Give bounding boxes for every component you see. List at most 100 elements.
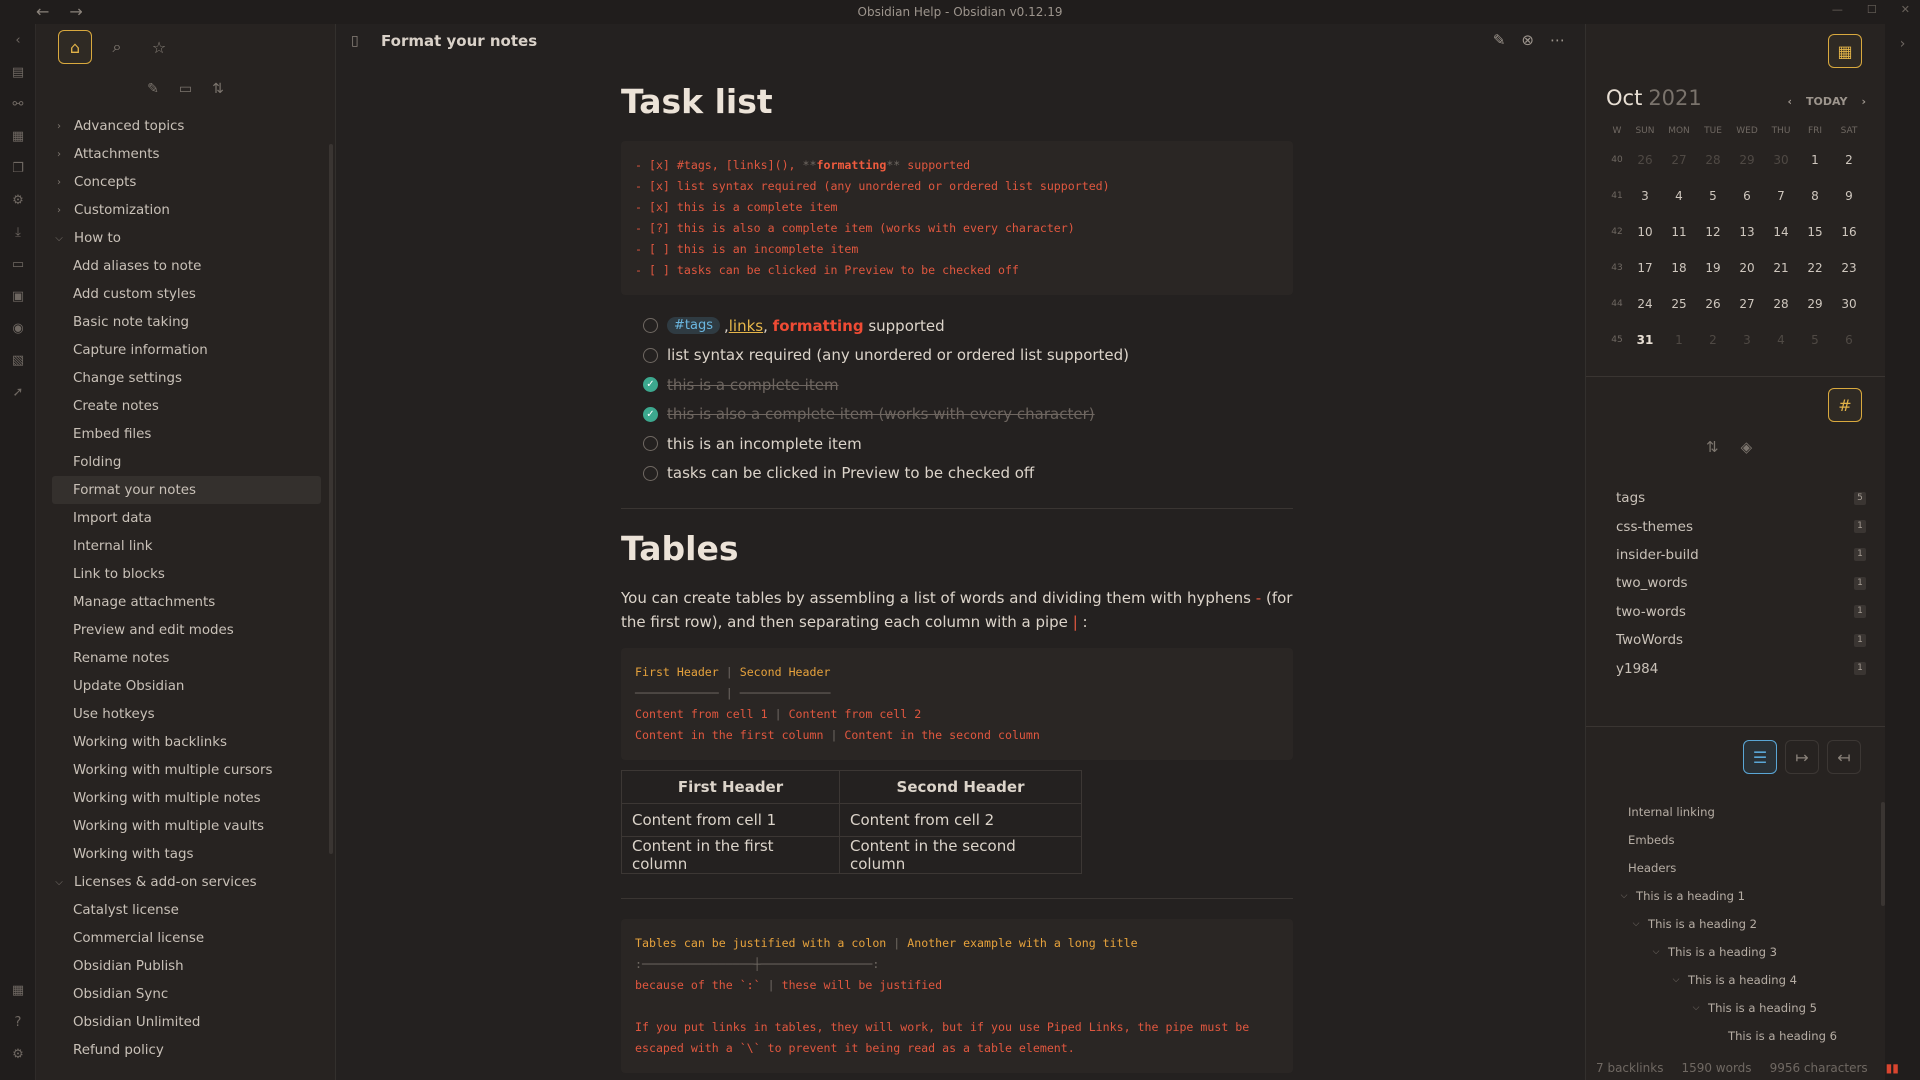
tag-row[interactable]: css-themes 1 [1616,512,1866,540]
tree-folder[interactable]: › Advanced topics [52,112,335,140]
calendar-day[interactable]: 1 [1798,142,1832,178]
tree-file[interactable]: Update Obsidian [52,672,335,700]
tree-folder[interactable]: › Customization [52,196,335,224]
calendar-day[interactable]: 2 [1696,322,1730,358]
calendar-day[interactable]: 29 [1730,142,1764,178]
calendar-week-number[interactable]: 42 [1606,214,1628,250]
calendar-day[interactable]: 26 [1628,142,1662,178]
calendar-day[interactable]: 8 [1798,178,1832,214]
maximize-icon[interactable]: ☐ [1867,3,1877,16]
calendar-week-number[interactable]: 45 [1606,322,1628,358]
task-checkbox[interactable] [643,465,658,481]
calendar-day[interactable]: 25 [1662,286,1696,322]
internal-link[interactable]: links [729,317,763,335]
tree-file[interactable]: Add custom styles [52,280,335,308]
new-folder-icon[interactable]: ▭ [179,81,192,97]
chevron-down-icon[interactable]: ⌵ [52,233,66,244]
tag-row[interactable]: tags 5 [1616,484,1866,512]
outline-item[interactable]: ⌵ This is a heading 5 [1616,994,1876,1022]
calendar-day[interactable]: 4 [1764,322,1798,358]
help-icon[interactable]: ? [0,1006,36,1038]
calendar-day[interactable]: 4 [1662,178,1696,214]
chevron-down-icon[interactable]: ⌵ [1668,975,1684,985]
outgoing-links-icon[interactable]: ↦ [1785,740,1819,774]
tree-folder[interactable]: ⌵ Licenses & add-on services [52,868,335,896]
collapse-left-icon[interactable]: ‹ [0,24,36,56]
chevron-down-icon[interactable]: ⌵ [1648,947,1664,957]
chevron-down-icon[interactable]: ⌵ [1616,891,1632,901]
outline-item[interactable]: ⌵ This is a heading 4 [1616,966,1876,994]
calendar-day[interactable]: 27 [1730,286,1764,322]
calendar-day[interactable]: 7 [1764,178,1798,214]
tree-file[interactable]: Internal link [52,532,335,560]
calendar-day[interactable]: 27 [1662,142,1696,178]
calendar-day[interactable]: 5 [1696,178,1730,214]
audio-icon[interactable]: ◉ [0,312,36,344]
calendar-day[interactable]: 17 [1628,250,1662,286]
calendar-day[interactable]: 18 [1662,250,1696,286]
task-checkbox[interactable] [643,347,658,363]
calendar-icon[interactable]: ▦ [0,120,36,152]
chevron-down-icon[interactable]: ⌵ [1628,919,1644,929]
close-note-icon[interactable]: ⊗ [1521,31,1534,49]
calendar-day[interactable]: 9 [1832,178,1866,214]
tag-row[interactable]: insider-build 1 [1616,541,1866,569]
tree-file[interactable]: Change settings [52,364,335,392]
calendar-week-number[interactable]: 44 [1606,286,1628,322]
calendar-day[interactable]: 30 [1832,286,1866,322]
task-checkbox-checked[interactable]: ✓ [643,406,658,422]
calendar-day[interactable]: 22 [1798,250,1832,286]
graph-icon[interactable]: ⚯ [0,88,36,120]
tag-row[interactable]: TwoWords 1 [1616,626,1866,654]
card-icon[interactable]: ▣ [0,280,36,312]
tree-folder[interactable]: › Concepts [52,168,335,196]
calendar-view-icon[interactable]: ▦ [1828,34,1862,68]
calendar-day[interactable]: 30 [1764,142,1798,178]
tag-row[interactable]: two-words 1 [1616,598,1866,626]
tree-file[interactable]: Working with multiple cursors [52,756,335,784]
tag-row[interactable]: two_words 1 [1616,569,1866,597]
sort-icon[interactable]: ⇅ [1706,438,1719,456]
today-button[interactable]: TODAY [1806,95,1847,108]
tree-file[interactable]: Add aliases to note [52,252,335,280]
left-scrollbar[interactable] [329,144,333,854]
chevron-right-icon[interactable]: › [52,177,66,188]
calendar-day[interactable]: 2 [1832,142,1866,178]
tree-file[interactable]: Catalyst license [52,896,335,924]
calendar-day-today[interactable]: 31 [1628,322,1662,358]
backlinks-count[interactable]: 7 backlinks [1596,1061,1663,1075]
calendar-week-number[interactable]: 41 [1606,178,1628,214]
chevron-down-icon[interactable]: ⌵ [52,877,66,888]
edit-icon[interactable]: ✎ [1493,31,1506,49]
next-month-icon[interactable]: › [1861,95,1866,108]
collapse-right-icon[interactable]: › [1900,36,1906,52]
chevron-down-icon[interactable]: ⌵ [1688,1003,1704,1013]
calendar-day[interactable]: 3 [1730,322,1764,358]
chevron-right-icon[interactable]: › [52,205,66,216]
calendar-day[interactable]: 15 [1798,214,1832,250]
task-checkbox[interactable] [643,436,658,452]
tree-file[interactable]: Format your notes [52,476,321,504]
outline-item[interactable]: Headers [1616,854,1876,882]
calendar-day[interactable]: 10 [1628,214,1662,250]
star-icon[interactable]: ☆ [142,30,176,64]
tree-file[interactable]: Working with tags [52,840,335,868]
tag-pane-icon[interactable]: # [1828,388,1862,422]
calendar-day[interactable]: 11 [1662,214,1696,250]
tree-file[interactable]: Rename notes [52,644,335,672]
tree-file[interactable]: Commercial license [52,924,335,952]
outline-item[interactable]: ⌵ This is a heading 3 [1616,938,1876,966]
new-note-icon[interactable]: ✎ [147,81,159,97]
calendar-week-number[interactable]: 43 [1606,250,1628,286]
calendar-day[interactable]: 1 [1662,322,1696,358]
tree-file[interactable]: Basic note taking [52,308,335,336]
tree-file[interactable]: Manage attachments [52,588,335,616]
quick-switcher-icon[interactable]: ▤ [0,56,36,88]
tree-file[interactable]: Link to blocks [52,560,335,588]
outline-item[interactable]: Embeds [1616,826,1876,854]
tag-row[interactable]: y1984 1 [1616,654,1866,682]
outline-icon[interactable]: ☰ [1743,740,1777,774]
tree-file[interactable]: Create notes [52,392,335,420]
calendar-day[interactable]: 21 [1764,250,1798,286]
home-icon[interactable]: ⌂ [58,30,92,64]
